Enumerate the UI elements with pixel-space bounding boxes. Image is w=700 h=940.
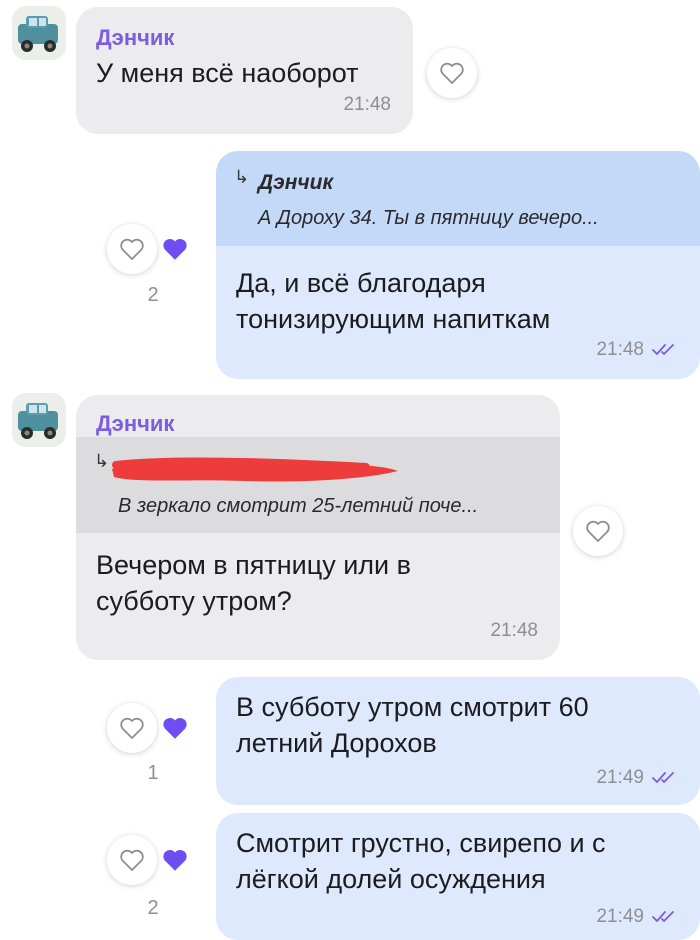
message-bubble-incoming[interactable]: Дэнчик У меня всё наоборот 21:48 bbox=[76, 7, 413, 134]
car-avatar-icon bbox=[12, 6, 66, 60]
like-count: 2 bbox=[147, 897, 159, 919]
heart-outline-icon bbox=[586, 520, 610, 542]
message-text: У меня всё наоборот bbox=[96, 58, 359, 88]
heart-filled-icon bbox=[163, 717, 187, 739]
sender-avatar[interactable] bbox=[12, 6, 66, 60]
quote-text: А Дороху 34. Ты в пятницу вечеро... bbox=[258, 207, 599, 229]
message-text: Смотрит грустно, свирепо и с лёгкой доле… bbox=[236, 825, 606, 897]
like-filled-indicator[interactable] bbox=[160, 845, 190, 875]
message-time: 21:48 bbox=[596, 339, 644, 360]
sender-name[interactable]: Дэнчик bbox=[96, 411, 174, 437]
double-check-icon bbox=[652, 772, 674, 783]
heart-outline-icon bbox=[120, 238, 144, 260]
message-bubble-outgoing[interactable]: ↳ Дэнчик А Дороху 34. Ты в пятницу вечер… bbox=[216, 151, 700, 379]
car-avatar-icon bbox=[12, 393, 66, 447]
heart-outline-icon bbox=[440, 62, 464, 84]
message-line: тонизирующим напиткам bbox=[236, 304, 551, 334]
heart-outline-icon bbox=[120, 717, 144, 739]
message-bubble-incoming[interactable]: Дэнчик ↳ В зеркало смотрит 25-летний поч… bbox=[76, 395, 560, 660]
like-count: 2 bbox=[147, 284, 159, 306]
sender-avatar[interactable] bbox=[12, 393, 66, 447]
reply-quote[interactable]: ↳ В зеркало смотрит 25-летний поче... bbox=[76, 437, 560, 533]
message-time: 21:48 bbox=[490, 620, 538, 641]
message-text: В субботу утром смотрит 60 летний Дорохо… bbox=[236, 689, 589, 761]
like-count: 1 bbox=[147, 762, 159, 784]
message-line: летний Дорохов bbox=[236, 728, 437, 758]
message-time: 21:49 bbox=[596, 767, 644, 788]
redaction-scribble-icon bbox=[112, 457, 398, 482]
message-line: Вечером в пятницу или в bbox=[96, 550, 411, 580]
heart-filled-icon bbox=[163, 849, 187, 871]
like-button[interactable] bbox=[573, 506, 623, 556]
message-time: 21:49 bbox=[596, 906, 644, 927]
double-check-icon bbox=[652, 911, 674, 922]
message-text: Да, и всё благодаря тонизирующим напитка… bbox=[236, 265, 550, 337]
heart-outline-icon bbox=[120, 849, 144, 871]
like-filled-indicator[interactable] bbox=[160, 713, 190, 743]
double-check-icon bbox=[652, 344, 674, 355]
sender-name[interactable]: Дэнчик bbox=[96, 25, 174, 51]
message-line: Да, и всё благодаря bbox=[236, 268, 486, 298]
message-line: Смотрит грустно, свирепо и с bbox=[236, 828, 606, 858]
message-line: В субботу утром смотрит 60 bbox=[236, 692, 589, 722]
message-bubble-outgoing[interactable]: Смотрит грустно, свирепо и с лёгкой доле… bbox=[216, 813, 700, 940]
quote-sender-name: Дэнчик bbox=[258, 171, 334, 194]
message-time: 21:48 bbox=[343, 94, 391, 115]
like-button[interactable] bbox=[107, 835, 157, 885]
like-button[interactable] bbox=[107, 224, 157, 274]
reply-arrow-icon: ↳ bbox=[234, 167, 250, 187]
like-button[interactable] bbox=[107, 703, 157, 753]
like-filled-indicator[interactable] bbox=[160, 234, 190, 264]
message-bubble-outgoing[interactable]: В субботу утром смотрит 60 летний Дорохо… bbox=[216, 677, 700, 805]
heart-filled-icon bbox=[163, 238, 187, 260]
message-line: лёгкой долей осуждения bbox=[236, 864, 546, 894]
message-line: субботу утром? bbox=[96, 586, 292, 616]
quote-text: В зеркало смотрит 25-летний поче... bbox=[118, 495, 479, 517]
message-text: Вечером в пятницу или в субботу утром? bbox=[96, 547, 411, 619]
like-button[interactable] bbox=[427, 48, 477, 98]
reply-quote[interactable]: ↳ Дэнчик А Дороху 34. Ты в пятницу вечер… bbox=[216, 151, 700, 246]
